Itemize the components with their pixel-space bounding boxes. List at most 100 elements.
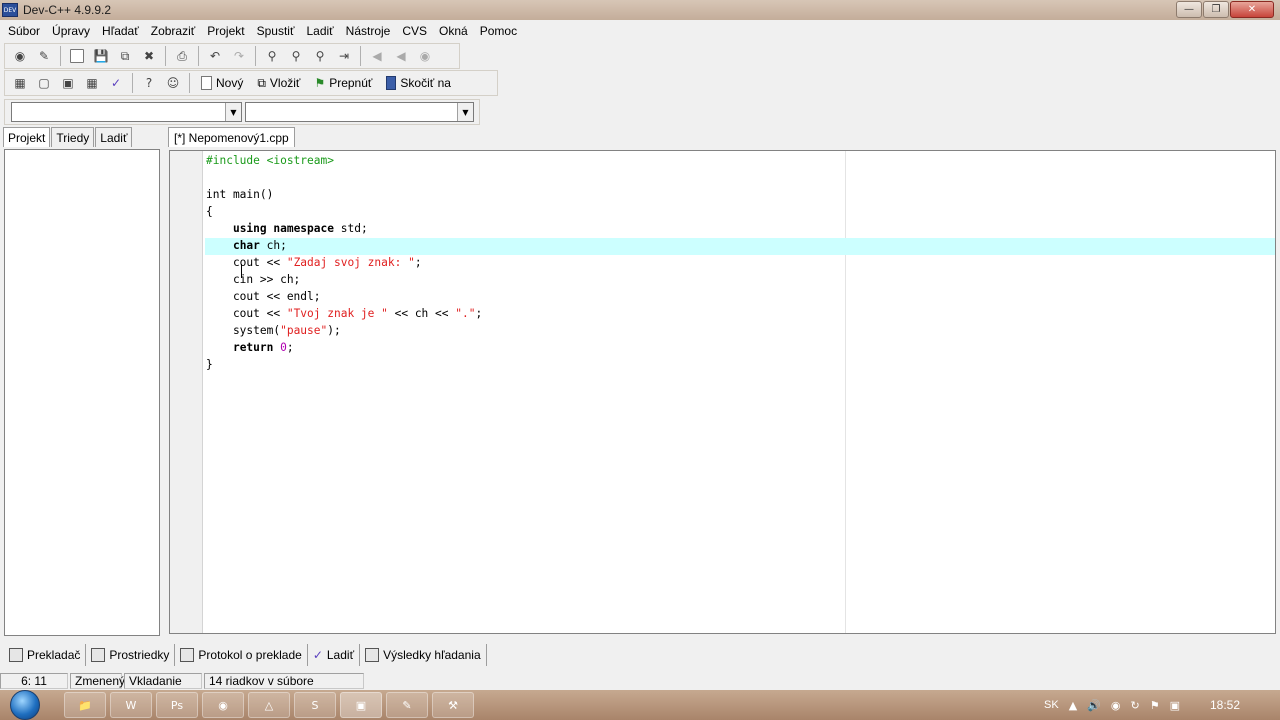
tab-compiler[interactable]: Prekladač [4, 644, 87, 666]
code-line[interactable]: system("pause"); [206, 322, 482, 339]
tab-project[interactable]: Projekt [3, 127, 51, 147]
code-token: std; [334, 222, 368, 235]
compile-icon[interactable]: ▦ [9, 73, 31, 93]
find-icon[interactable]: ⚲ [261, 46, 283, 66]
notepad-icon[interactable]: ✎ [386, 692, 428, 718]
compiler-icon [9, 648, 23, 662]
start-button[interactable] [10, 690, 40, 720]
back-icon[interactable]: ◀ [366, 46, 388, 66]
run-icon[interactable]: ▢ [33, 73, 55, 93]
flag-icon[interactable]: ⚑ [1150, 699, 1160, 712]
bottom-tabs: Prekladač Prostriedky Protokol o preklad… [0, 638, 1280, 672]
about-icon[interactable]: ☺ [162, 73, 184, 93]
menu-search[interactable]: Hľadať [96, 24, 145, 38]
new-button[interactable]: Nový [195, 72, 249, 94]
tab-classes[interactable]: Triedy [51, 127, 95, 147]
devcpp-icon[interactable]: ▣ [340, 692, 382, 718]
rebuild-icon[interactable]: ▦ [81, 73, 103, 93]
tab-debug-output[interactable]: ✓ Ladiť [308, 644, 361, 666]
compile-run-icon[interactable]: ▣ [57, 73, 79, 93]
chrome-icon[interactable]: ◉ [202, 692, 244, 718]
code-editor[interactable]: #include <iostream> int main() { using nam… [169, 150, 1276, 634]
check-icon[interactable]: ✓ [105, 73, 127, 93]
code-line[interactable]: cout << endl; [206, 288, 482, 305]
menu-project[interactable]: Projekt [201, 24, 250, 38]
chevron-down-icon[interactable]: ▼ [457, 103, 473, 121]
code-line[interactable]: cout << "Zadaj svoj znak: "; [206, 254, 482, 271]
monitor-icon[interactable]: ▣ [1170, 699, 1180, 712]
update-icon[interactable]: ↻ [1130, 699, 1139, 712]
open-file-icon[interactable]: ✎ [33, 46, 55, 66]
volume-icon[interactable]: 🔊 [1087, 699, 1101, 712]
help-icon[interactable]: ? [138, 73, 160, 93]
code-token: #include <iostream> [206, 154, 334, 167]
close-file-icon[interactable]: ✖ [138, 46, 160, 66]
code-line[interactable]: int main() [206, 186, 482, 203]
code-token: system( [206, 324, 281, 337]
clock[interactable]: 18:52 [1210, 698, 1240, 712]
menu-cvs[interactable]: CVS [396, 24, 433, 38]
code-line[interactable]: cout << "Tvoj znak je " << ch << "."; [206, 305, 482, 322]
redo-icon[interactable]: ↷ [228, 46, 250, 66]
new-file-icon[interactable] [66, 46, 88, 66]
tab-resources-label: Prostriedky [109, 648, 170, 662]
tab-compile-log[interactable]: Protokol o preklade [175, 644, 308, 666]
code-line[interactable]: #include <iostream> [206, 152, 482, 169]
line-count: 14 riadkov v súbore [204, 673, 364, 689]
goto-line-icon[interactable]: ⇥ [333, 46, 355, 66]
insert-label: Vložiť [269, 76, 301, 90]
toggle-button[interactable]: ⚑ Prepnúť [308, 72, 378, 94]
tab-find-results-label: Výsledky hľadania [383, 648, 481, 662]
menu-tools[interactable]: Nástroje [340, 24, 397, 38]
print-icon[interactable]: ⎙ [171, 46, 193, 66]
chevron-down-icon[interactable]: ▼ [225, 103, 241, 121]
network-icon[interactable]: △ [248, 692, 290, 718]
code-line[interactable]: using namespace std; [206, 220, 482, 237]
class-combo[interactable]: ▼ [11, 102, 242, 122]
menu-help[interactable]: Pomoc [474, 24, 523, 38]
code-line[interactable]: char ch; [206, 237, 482, 254]
tab-debug[interactable]: Ladiť [95, 127, 133, 147]
code-line[interactable]: } [206, 356, 482, 373]
show-hidden-icons-icon[interactable]: ▲ [1069, 699, 1077, 712]
menu-file[interactable]: Súbor [2, 24, 46, 38]
tab-resources[interactable]: Prostriedky [86, 644, 176, 666]
code-text[interactable]: #include <iostream> int main() { using nam… [206, 152, 482, 373]
close-button[interactable]: ✕ [1230, 1, 1274, 18]
find-next-icon[interactable]: ⚲ [309, 46, 331, 66]
undo-icon[interactable]: ↶ [204, 46, 226, 66]
tools-icon[interactable]: ⚒ [432, 692, 474, 718]
project-tree[interactable] [4, 149, 160, 636]
minimize-button[interactable]: — [1176, 1, 1202, 18]
code-line[interactable]: return 0; [206, 339, 482, 356]
forward-icon[interactable]: ◀ [390, 46, 412, 66]
skype-icon[interactable]: S [294, 692, 336, 718]
code-line[interactable] [206, 169, 482, 186]
insert-button[interactable]: ⧉ Vložiť [251, 72, 306, 94]
code-token: cout << endl; [206, 290, 321, 303]
tab-file[interactable]: [*] Nepomenový1.cpp [168, 127, 295, 147]
replace-icon[interactable]: ⚲ [285, 46, 307, 66]
code-line[interactable]: { [206, 203, 482, 220]
code-token: cin >> ch; [206, 273, 301, 286]
goto-button[interactable]: Skočiť na [380, 72, 457, 94]
menu-execute[interactable]: Spustiť [251, 24, 301, 38]
code-line[interactable]: cin >> ch; [206, 271, 482, 288]
menu-edit[interactable]: Úpravy [46, 24, 96, 38]
network-status-icon[interactable]: ◉ [1111, 699, 1121, 712]
folder-icon[interactable]: 📁 [64, 692, 106, 718]
language-indicator[interactable]: SK [1044, 699, 1059, 711]
photoshop-icon[interactable]: Ps [156, 692, 198, 718]
tab-find-results[interactable]: Výsledky hľadania [360, 644, 487, 666]
restore-button[interactable]: ❐ [1203, 1, 1229, 18]
save-all-icon[interactable]: ⧉ [114, 46, 136, 66]
menu-window[interactable]: Okná [433, 24, 474, 38]
save-icon[interactable]: 💾 [90, 46, 112, 66]
menu-debug[interactable]: Ladiť [300, 24, 339, 38]
menu-view[interactable]: Zobraziť [145, 24, 202, 38]
open-project-icon[interactable]: ◉ [9, 46, 31, 66]
word-icon[interactable]: W [110, 692, 152, 718]
remove-icon[interactable]: ◉ [414, 46, 436, 66]
member-combo[interactable]: ▼ [245, 102, 474, 122]
